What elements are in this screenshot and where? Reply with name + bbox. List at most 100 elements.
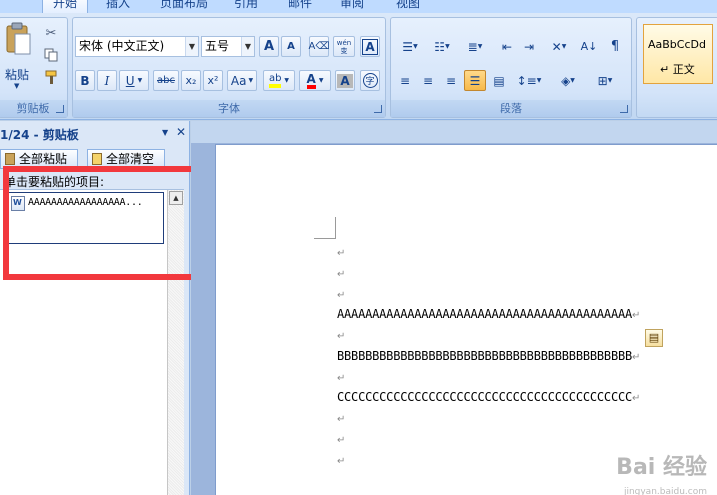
highlight-label: ab: [268, 72, 282, 84]
paragraph-line[interactable]: ↵: [337, 411, 345, 425]
show-marks-button[interactable]: ¶: [605, 36, 625, 57]
chinese-layout-button[interactable]: ✕ ▼: [543, 36, 575, 57]
shading-button[interactable]: ◈ ▼: [551, 70, 585, 91]
font-size-combo[interactable]: 五号 ▼: [201, 36, 255, 57]
multilevel-list-button[interactable]: ≣ ▼: [459, 36, 491, 57]
paste-button[interactable]: 粘贴 ▼: [3, 22, 33, 90]
style-preview: AaBbCcDd: [648, 38, 706, 51]
paragraph-line[interactable]: BBBBBBBBBBBBBBBBBBBBBBBBBBBBBBBBBBBBBBBB…: [337, 349, 640, 363]
paragraph-line[interactable]: ↵: [337, 266, 345, 280]
paragraph-launcher-icon[interactable]: [620, 105, 628, 113]
paragraph-line[interactable]: ↵: [337, 432, 345, 446]
format-painter-button[interactable]: [41, 68, 61, 86]
paragraph-line[interactable]: CCCCCCCCCCCCCCCCCCCCCCCCCCCCCCCCCCCCCCCC…: [337, 390, 640, 404]
tab-mailings[interactable]: 邮件: [280, 0, 320, 13]
font-color-button[interactable]: A ▼: [299, 70, 331, 91]
tab-references[interactable]: 引用: [226, 0, 266, 13]
subscript-icon: x₂: [185, 74, 197, 87]
line-spacing-button[interactable]: ↕≡ ▼: [513, 70, 545, 91]
numbering-button[interactable]: ☷ ▼: [427, 36, 457, 57]
align-left-button[interactable]: ≡: [395, 70, 415, 91]
chevron-down-icon: ▼: [413, 43, 418, 50]
clear-format-button[interactable]: A⌫: [309, 36, 330, 57]
italic-icon: I: [104, 73, 110, 88]
clipboard-items-list: AAAAAAAAAAAAAAAAA... ▲: [0, 189, 184, 495]
tab-review[interactable]: 审阅: [332, 0, 372, 13]
chevron-down-icon: ▼: [561, 43, 567, 50]
justify-button[interactable]: ☰: [464, 70, 486, 91]
decrease-indent-button[interactable]: ⇤: [497, 36, 517, 57]
borders-button[interactable]: ⊞ ▼: [589, 70, 621, 91]
close-icon[interactable]: ✕: [176, 125, 186, 139]
tab-home[interactable]: 开始: [42, 0, 88, 13]
paragraph-text: AAAAAAAAAAAAAAAAAAAAAAAAAAAAAAAAAAAAAAAA…: [337, 307, 633, 321]
document-page[interactable]: ↵ ↵ ↵ AAAAAAAAAAAAAAAAAAAAAAAAAAAAAAAAAA…: [215, 144, 717, 495]
change-case-button[interactable]: Aa ▼: [227, 70, 257, 91]
chevron-down-icon: ▼: [14, 82, 20, 90]
superscript-button[interactable]: x²: [203, 70, 223, 91]
line-spacing-icon: ↕≡: [516, 73, 537, 88]
highlight-button[interactable]: ab ▼: [263, 70, 295, 91]
paragraph-line[interactable]: AAAAAAAAAAAAAAAAAAAAAAAAAAAAAAAAAAAAAAAA…: [337, 307, 640, 321]
vertical-scrollbar[interactable]: ▲: [167, 190, 184, 495]
chevron-down-icon: ▼: [445, 43, 450, 50]
paste-options-button[interactable]: ▤: [645, 329, 663, 347]
multilevel-list-icon: ≣: [467, 39, 478, 54]
style-normal[interactable]: AaBbCcDd ↵ 正文: [643, 24, 713, 84]
font-launcher-icon[interactable]: [374, 105, 382, 113]
margin-corner-mark: [314, 217, 336, 239]
increase-indent-button[interactable]: ⇥: [519, 36, 539, 57]
chevron-down-icon[interactable]: ▼: [241, 37, 254, 56]
paragraph-line[interactable]: ↵: [337, 245, 345, 259]
tab-view[interactable]: 视图: [388, 0, 428, 13]
font-name-combo[interactable]: 宋体 (中文正文) ▼: [75, 36, 199, 57]
paste-all-button[interactable]: 全部粘贴: [0, 149, 78, 169]
paragraph-line[interactable]: ↵: [337, 287, 345, 301]
align-center-button[interactable]: ≡: [418, 70, 438, 91]
paragraph-mark-icon: ¶: [610, 39, 620, 54]
borders-icon: ⊞: [597, 73, 608, 88]
chevron-down-icon[interactable]: ▼: [162, 128, 168, 137]
paragraph-line[interactable]: ↵: [337, 328, 345, 342]
paragraph-mark-icon: ↵: [337, 414, 346, 425]
paragraph-line[interactable]: ↵: [337, 453, 345, 467]
tab-insert[interactable]: 插入: [100, 0, 136, 13]
clipboard-icon: ▤: [648, 331, 660, 344]
italic-button[interactable]: I: [97, 70, 117, 91]
font-color-label: A: [306, 71, 316, 86]
copy-button[interactable]: [41, 46, 61, 64]
clipboard-item[interactable]: AAAAAAAAAAAAAAAAA...: [8, 192, 164, 244]
bold-button[interactable]: B: [75, 70, 95, 91]
sort-button[interactable]: A↓: [579, 36, 599, 57]
chevron-down-icon: ▼: [284, 77, 290, 84]
style-name: ↵ 正文: [660, 63, 695, 76]
enclose-char-button[interactable]: 字: [360, 70, 380, 91]
char-border-icon: A: [362, 38, 378, 55]
align-right-icon: ≡: [445, 73, 457, 88]
strikethrough-button[interactable]: abc: [153, 70, 179, 91]
distributed-button[interactable]: ▤: [489, 70, 509, 91]
subscript-button[interactable]: x₂: [181, 70, 201, 91]
align-right-button[interactable]: ≡: [441, 70, 461, 91]
grow-font-button[interactable]: A: [259, 36, 279, 57]
tab-page-layout[interactable]: 页面布局: [152, 0, 216, 13]
bullets-button[interactable]: ☰ ▼: [395, 36, 425, 57]
font-name-value: 宋体 (中文正文): [79, 39, 165, 53]
shrink-font-button[interactable]: A: [281, 36, 301, 57]
char-shading-button[interactable]: A: [335, 70, 355, 91]
paragraph-mark-icon: ↵: [337, 373, 346, 384]
underline-icon: U: [125, 73, 135, 88]
clipboard-launcher-icon[interactable]: [56, 105, 64, 113]
copy-icon: [44, 48, 58, 62]
phonetic-icon: wén 变: [336, 38, 352, 55]
chevron-down-icon[interactable]: ▼: [185, 37, 198, 56]
scroll-up-icon[interactable]: ▲: [169, 191, 183, 205]
paragraph-mark-icon: ↵: [337, 248, 346, 259]
paragraph-line[interactable]: ↵: [337, 370, 345, 384]
clear-all-button[interactable]: 全部清空: [87, 149, 165, 169]
phonetic-guide-button[interactable]: wén 变: [333, 36, 355, 57]
underline-button[interactable]: U ▼: [119, 70, 149, 91]
char-border-button[interactable]: A: [360, 36, 380, 57]
pane-instruction: 单击要粘贴的项目:: [4, 175, 105, 189]
cut-button[interactable]: ✂: [41, 24, 61, 42]
